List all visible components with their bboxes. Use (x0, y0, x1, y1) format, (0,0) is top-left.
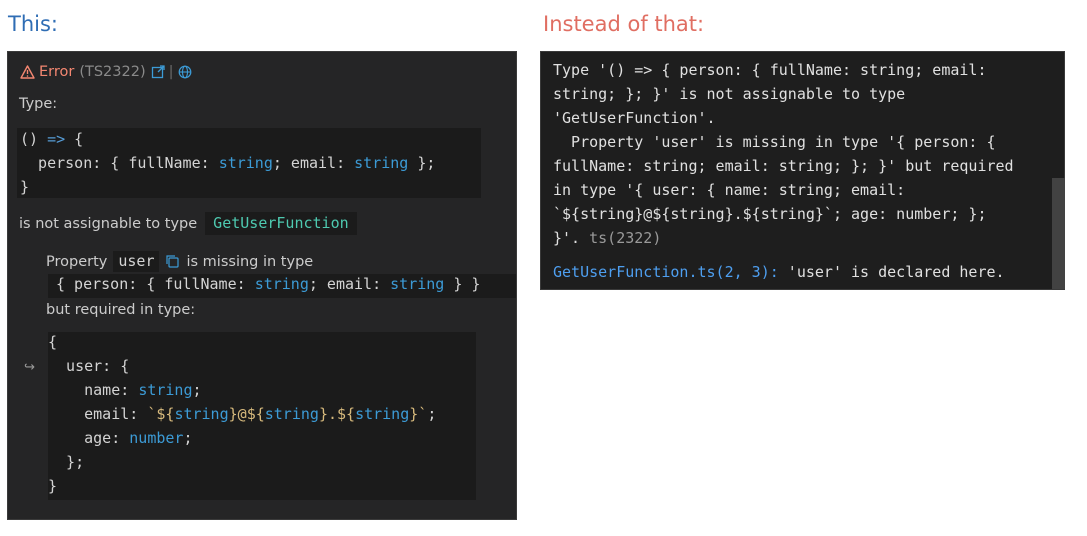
error-line: Type '() => { person: { fullName: string… (553, 61, 987, 79)
source-type-code-block: () => { person: { fullName: string; emai… (17, 128, 481, 198)
plain-error-hover: Type '() => { person: { fullName: string… (540, 51, 1065, 290)
code-line: () => { (20, 130, 84, 148)
property-suffix: is missing in type (186, 253, 314, 270)
formatted-error-hover: Error (TS2322) | Type: () => { person: {… (7, 51, 517, 520)
declared-here-line: GetUserFunction.ts(2, 3): 'user' is decl… (553, 263, 1005, 281)
not-assignable-text: is not assignable to type (19, 215, 198, 232)
caption-this: This: (8, 12, 58, 36)
error-line: in type '{ user: { name: string; email: (553, 181, 906, 199)
go-to-definition-icon[interactable] (165, 254, 180, 269)
property-missing-line: Property user is missing in type (46, 251, 313, 272)
required-type-code-block: { user: { name: string; email: `${string… (48, 332, 476, 500)
code-line: email: `${string}@${string}.${string}`; (48, 405, 437, 423)
caption-instead-of-that: Instead of that: (543, 12, 705, 36)
target-type-chip[interactable]: GetUserFunction (205, 212, 357, 235)
code-line: age: number; (48, 429, 193, 447)
code-line: { (48, 333, 58, 351)
error-line: 'GetUserFunction'. (553, 109, 716, 127)
error-line: string; }; }' is not assignable to type (553, 85, 906, 103)
but-required-text: but required in type: (46, 302, 196, 318)
code-line: name: string; (48, 381, 202, 399)
not-assignable-line: is not assignable to type GetUserFunctio… (19, 212, 357, 235)
ts-error-code: ts(2322) (589, 229, 662, 247)
code-line: } (20, 178, 30, 196)
declaration-link[interactable]: GetUserFunction.ts(2, 3): (553, 263, 779, 281)
error-code: (TS2322) (79, 64, 146, 80)
external-link-icon[interactable] (151, 65, 165, 79)
error-line: `${string}@${string}.${string}`; age: nu… (553, 205, 987, 223)
error-line: fullName: string; email: string; }; }' b… (553, 157, 1014, 175)
wrap-arrow-icon: ↪ (24, 360, 35, 375)
warning-icon (20, 65, 35, 79)
code-line: } (48, 477, 58, 495)
header-separator: | (168, 64, 174, 80)
code-line: person: { fullName: string; email: strin… (20, 154, 436, 172)
code-line: }; (48, 453, 85, 471)
type-label: Type: (19, 96, 58, 112)
error-line-last: }'. ts(2322) (553, 229, 662, 247)
globe-icon[interactable] (178, 65, 192, 79)
error-label: Error (39, 64, 75, 80)
property-name-chip[interactable]: user (113, 251, 160, 272)
error-line: Property 'user' is missing in type '{ pe… (553, 133, 996, 151)
property-prefix: Property (46, 253, 108, 270)
inline-type-code-block: { person: { fullName: string; email: str… (48, 274, 516, 298)
error-header: Error (TS2322) | (20, 62, 192, 82)
scrollbar-thumb[interactable] (1052, 178, 1065, 289)
code-line: user: { (48, 357, 130, 375)
